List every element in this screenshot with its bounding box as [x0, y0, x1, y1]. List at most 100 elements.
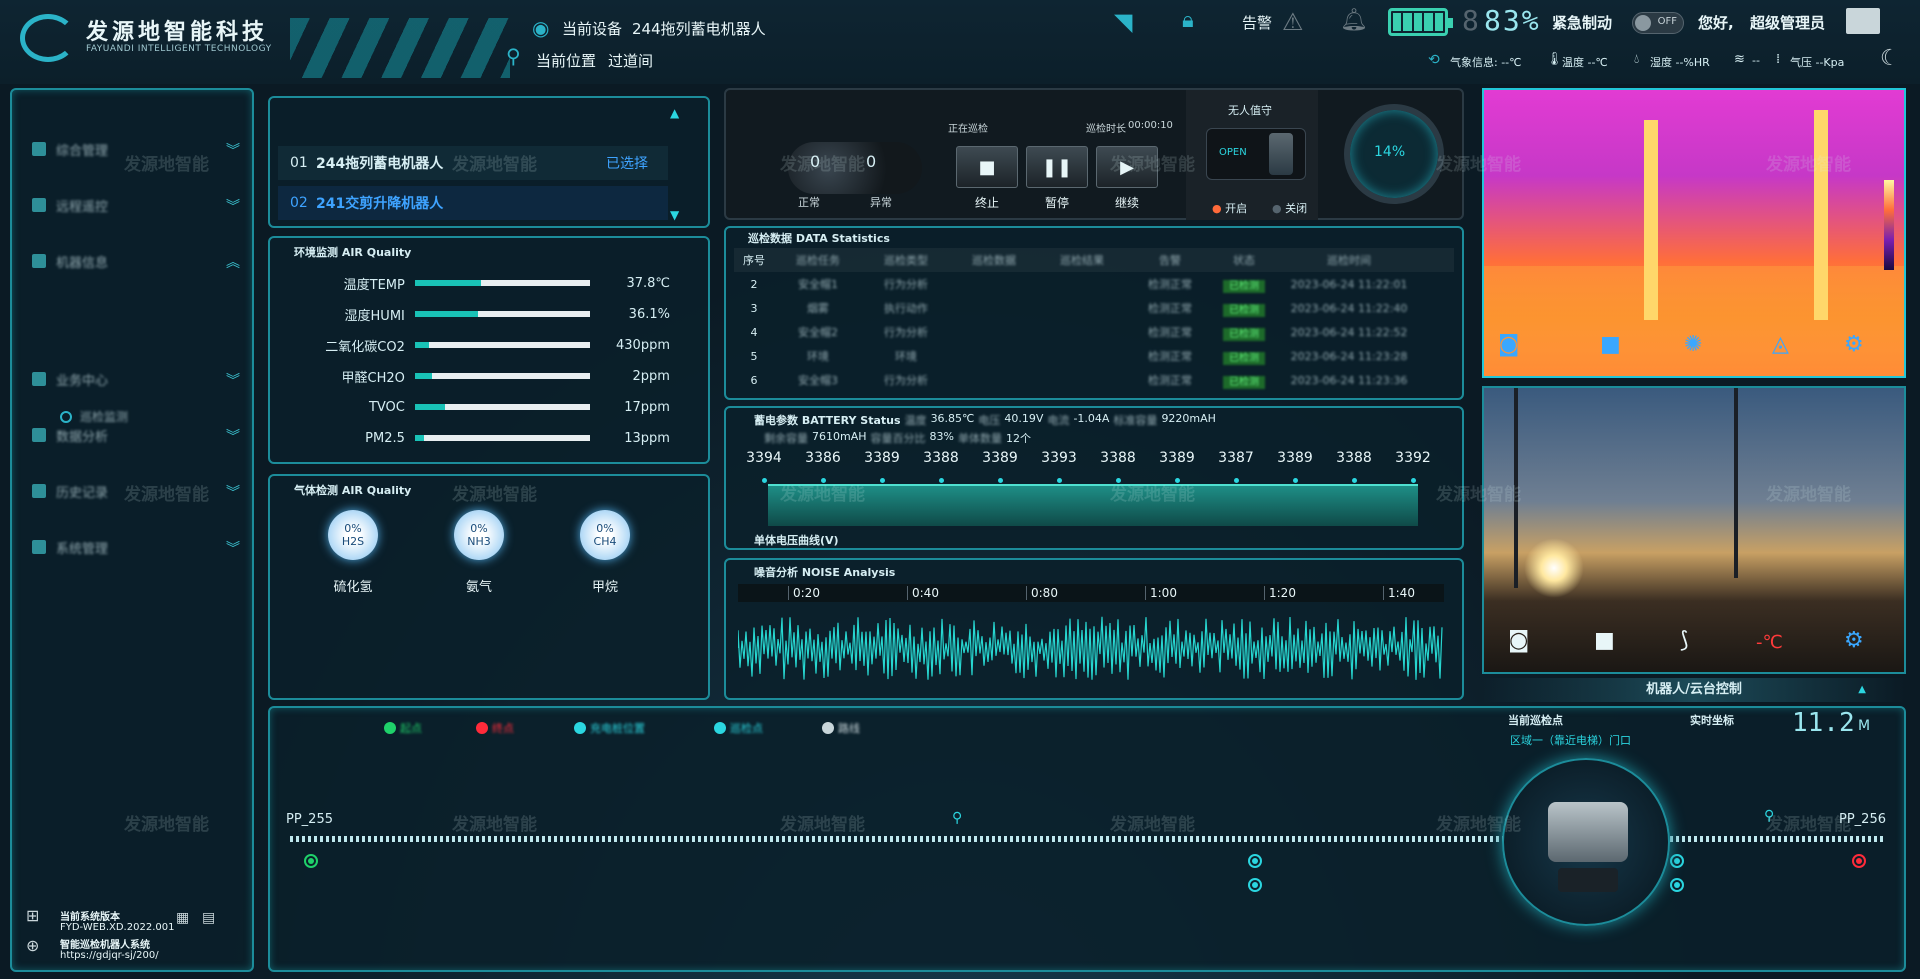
pin-icon[interactable]: ⚲ [952, 810, 962, 826]
battery-title: 蓄电参数 BATTERY Status [754, 414, 901, 427]
patrol-node[interactable] [1670, 854, 1684, 868]
sidebar-item-robot-info[interactable]: 机器信息 ︽ [32, 246, 242, 276]
cell-point [1352, 478, 1357, 483]
pin-icon[interactable]: ⚲ [1764, 808, 1774, 824]
moon-icon: ☾ [1880, 46, 1900, 71]
legend-item[interactable]: 路线 [822, 720, 860, 736]
legend-item[interactable]: 终点 [476, 720, 514, 736]
coord-label: 实时坐标 [1690, 714, 1734, 727]
weather-humidity: 湿度 --%HR [1650, 56, 1710, 69]
ptz-control-tab[interactable]: 机器人/云台控制 ▲ [1482, 678, 1906, 702]
visible-camera-view[interactable]: ◙ ■ ⟆ -℃ ⚙ [1482, 386, 1906, 674]
patrol-node[interactable] [1670, 878, 1684, 892]
shape-icon[interactable]: ◬ [1772, 332, 1789, 357]
route-map-panel: 起点 终点 充电桩位置 巡检点 路线 PP_255 PP_256 ⚲ ⚲ 当前巡检点 区… [268, 706, 1906, 972]
cell-point [762, 478, 767, 483]
patrol-node[interactable] [1248, 878, 1262, 892]
legend-item[interactable]: 充电桩位置 [574, 720, 645, 736]
sidebar-item-history[interactable]: 历史记录 ︾ [32, 476, 242, 506]
legend-item[interactable]: 巡检点 [714, 720, 763, 736]
camera-icon[interactable]: ◙ [1498, 332, 1519, 357]
robot-row[interactable]: 02 241交剪升降机器人 [278, 186, 668, 220]
robot-icon [1548, 802, 1628, 862]
logo-title: 发源地智能科技 [86, 20, 269, 45]
resume-button[interactable]: ▶ [1096, 146, 1158, 188]
cell-alarm: 检测正常 [1148, 350, 1192, 363]
sun-icon[interactable]: ✺ [1684, 332, 1702, 357]
gas-name: 甲烷 [591, 580, 618, 595]
pause-button[interactable]: ❚❚ [1026, 146, 1088, 188]
sidebar-item-analysis[interactable]: 数据分析 ︾ [32, 420, 242, 450]
sidebar-item-business[interactable]: 业务中心 ︾ [32, 364, 242, 394]
video-icon[interactable]: ■ [1594, 628, 1615, 653]
logo-subtitle: FAYUANDI INTELLIGENT TECHNOLOGY [86, 44, 272, 54]
env-value: 2ppm [632, 368, 670, 384]
env-bar [414, 435, 590, 441]
warning-icon[interactable]: ⚠ [1282, 8, 1304, 36]
cell-point [939, 478, 944, 483]
noise-title: 噪音分析 NOISE Analysis [754, 566, 896, 579]
status-badge: 已检测 [1223, 351, 1265, 365]
table-row[interactable]: 4 安全帽2 行为分析 检测正常 已检测 2023-06-24 11:22:52 [734, 320, 1454, 344]
scroll-down-icon[interactable]: ▼ [670, 208, 679, 222]
lock-icon[interactable]: 🔒︎ [1182, 8, 1194, 33]
table-row[interactable]: 3 烟雾 执行动作 检测正常 已检测 2023-06-24 11:22:40 [734, 296, 1454, 320]
battery-line-2: 剩余容量 7610mAH 容量百分比 83% 单体数量 12个 [764, 430, 1031, 446]
chevron-down-icon: ︾ [226, 429, 240, 445]
video-icon[interactable]: ■ [1600, 332, 1621, 357]
estop-toggle[interactable]: OFF [1632, 12, 1684, 34]
alarm-label: 告警 [1242, 14, 1273, 32]
camera-icon[interactable]: ◙ [1508, 628, 1529, 653]
env-label: 甲醛CH2O [341, 370, 405, 386]
radio-off-label: 关闭 [1285, 202, 1308, 215]
thermal-camera-view[interactable]: ◙ ■ ✺ ◬ ⚙ [1482, 88, 1906, 378]
robot-row-selected[interactable]: 01 244拖列蓄电机器人 已选择 [278, 146, 668, 180]
system-url[interactable]: https://gdjqr-sj/200/ [60, 950, 159, 961]
env-value: 37.8℃ [626, 275, 670, 291]
gas-pct: 0% [596, 522, 614, 535]
gear-icon[interactable]: ⚙ [1844, 332, 1864, 357]
cell-time: 2023-06-24 11:22:52 [1290, 325, 1408, 339]
cell-voltage: 3388 [1100, 450, 1136, 466]
thermal-tower [1644, 120, 1658, 320]
stop-button[interactable]: ■ [956, 146, 1018, 188]
pct-value: 83% [929, 430, 954, 443]
weather-info: 气象信息: --℃ [1450, 56, 1522, 69]
legend-item[interactable]: 起点 [384, 720, 422, 736]
scroll-up-icon[interactable]: ▲ [670, 106, 679, 120]
std-cap-label: 标准容量 [1113, 414, 1158, 427]
pylon [1734, 388, 1738, 578]
cell-point [880, 478, 885, 483]
device-label: 当前设备 [562, 20, 623, 38]
count-value: 12个 [1005, 432, 1031, 445]
env-row: 甲醛CH2O 2ppm [280, 365, 670, 387]
doc-icon[interactable]: ▤ [202, 910, 215, 926]
monitor-icon [32, 198, 46, 212]
env-label: 二氧化碳CO2 [325, 339, 405, 355]
device-value[interactable]: 244拖列蓄电机器人 [632, 18, 766, 39]
device-icon: ◉ [532, 16, 550, 40]
radio-on[interactable]: ● 开启 [1212, 200, 1247, 216]
bell-icon[interactable]: 🔔︎ [1340, 8, 1368, 33]
sidebar-item-system[interactable]: 系统管理 ︾ [32, 532, 242, 562]
unattended-switch[interactable]: OPEN [1206, 128, 1306, 180]
user-card-icon[interactable] [1846, 8, 1880, 34]
sidebar-item-overview[interactable]: 综合管理 ︾ [32, 134, 242, 164]
table-row[interactable]: 6 安全帽3 行为分析 检测正常 已检测 2023-06-24 11:23:36 [734, 368, 1454, 392]
patrol-node[interactable] [1248, 854, 1262, 868]
greeting: 您好, [1698, 14, 1734, 32]
table-row[interactable]: 5 环境 环境 检测正常 已检测 2023-06-24 11:23:28 [734, 344, 1454, 368]
route-icon[interactable]: ⟆ [1680, 628, 1689, 653]
user-name[interactable]: 超级管理员 [1750, 12, 1825, 33]
gear-icon[interactable]: ⚙ [1844, 628, 1864, 653]
table-row[interactable]: 2 安全帽1 行为分析 检测正常 已检测 2023-06-24 11:22:01 [734, 272, 1454, 296]
cell-voltage: 3389 [864, 450, 900, 466]
end-node[interactable] [1852, 854, 1866, 868]
grid-icon[interactable]: ▦ [176, 910, 189, 926]
sidebar-item-remote[interactable]: 远程遥控 ︾ [32, 190, 242, 220]
cell-task: 烟雾 [807, 302, 829, 315]
radio-off[interactable]: ● 关闭 [1272, 200, 1307, 216]
thermal-ground [1484, 266, 1904, 376]
env-bar [414, 342, 590, 348]
start-node[interactable] [304, 854, 318, 868]
